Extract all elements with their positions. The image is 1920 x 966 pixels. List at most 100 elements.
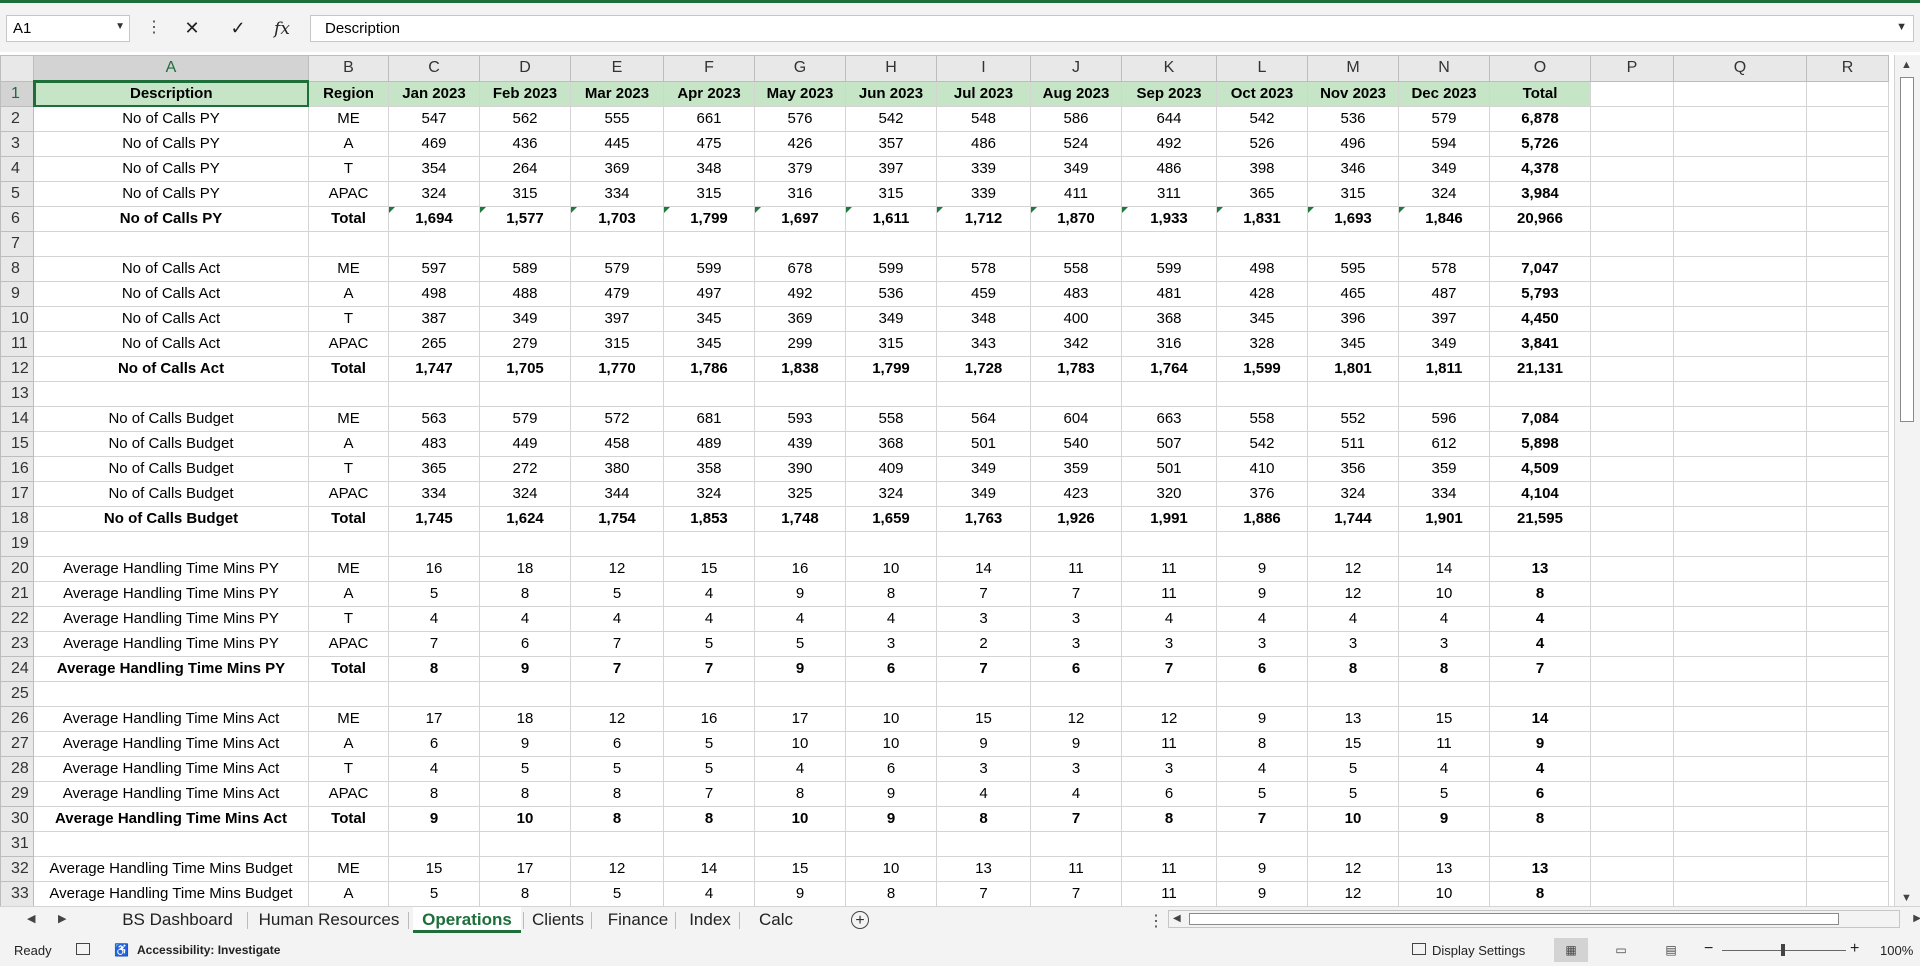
grid-cell[interactable]: 15 [663,556,755,582]
error-indicator-icon[interactable] [846,207,852,213]
grid-cell[interactable]: 498 [388,281,480,307]
grid-cell[interactable]: 9 [1216,881,1308,906]
grid-cell[interactable]: 3 [845,631,937,657]
grid-cell[interactable]: 1,659 [845,506,937,532]
error-indicator-icon[interactable] [389,207,395,213]
grid-cell[interactable]: 264 [479,156,571,182]
grid-cell[interactable]: Total [308,206,389,232]
grid-cell[interactable] [1216,381,1308,407]
grid-cell[interactable] [1673,106,1807,132]
grid-cell[interactable]: 7 [570,631,664,657]
grid-cell[interactable]: 344 [570,481,664,507]
grid-cell[interactable] [1590,431,1674,457]
grid-cell[interactable]: 5 [1398,781,1490,807]
grid-cell[interactable]: 343 [936,331,1031,357]
row-header[interactable]: 23 [0,631,34,657]
grid-cell[interactable]: Sep 2023 [1121,80,1217,107]
vertical-scrollbar[interactable]: ▲ ▼ [1894,55,1920,906]
grid-cell[interactable]: 16 [388,556,480,582]
grid-cell[interactable]: 10 [1307,806,1399,832]
grid-cell[interactable]: ME [308,406,389,432]
grid-cell[interactable]: T [308,606,389,632]
grid-cell[interactable]: 10 [754,731,846,757]
scroll-thumb[interactable] [1189,913,1839,925]
grid-cell[interactable] [388,831,480,857]
grid-cell[interactable] [1673,206,1807,232]
grid-cell[interactable] [1590,631,1674,657]
grid-cell[interactable]: 315 [1307,181,1399,207]
row-header[interactable]: 27 [0,731,34,757]
grid-cell[interactable] [570,531,664,557]
grid-cell[interactable]: 346 [1307,156,1399,182]
grid-cell[interactable] [388,681,480,707]
error-indicator-icon[interactable] [1217,207,1223,213]
grid-cell[interactable] [1121,531,1217,557]
grid-cell[interactable]: 14 [1398,556,1490,582]
grid-cell[interactable]: 6 [388,731,480,757]
grid-cell[interactable]: 563 [388,406,480,432]
grid-cell[interactable]: Apr 2023 [663,80,755,107]
grid-cell[interactable]: 8 [845,881,937,906]
grid-cell[interactable] [1590,156,1674,182]
grid-cell[interactable]: 555 [570,106,664,132]
grid-cell[interactable] [388,231,480,257]
grid-cell[interactable] [1398,531,1490,557]
grid-cell[interactable]: 5 [570,881,664,906]
grid-cell[interactable]: Average Handling Time Mins Act [33,756,309,782]
grid-cell[interactable] [1216,831,1308,857]
error-indicator-icon[interactable] [1399,207,1405,213]
grid-cell[interactable]: 354 [388,156,480,182]
grid-cell[interactable]: 599 [845,256,937,282]
grid-cell[interactable]: 17 [388,706,480,732]
grid-cell[interactable]: 9 [1398,806,1490,832]
grid-cell[interactable] [1489,531,1591,557]
grid-cell[interactable]: 299 [754,331,846,357]
grid-cell[interactable]: 1,624 [479,506,571,532]
grid-cell[interactable]: 1,705 [479,356,571,382]
grid-cell[interactable]: 12 [1307,581,1399,607]
column-header[interactable]: Q [1673,55,1807,82]
grid-cell[interactable]: 11 [1121,881,1217,906]
grid-cell[interactable]: 1,783 [1030,356,1122,382]
grid-cell[interactable] [1673,156,1807,182]
grid-cell[interactable]: No of Calls Budget [33,481,309,507]
grid-cell[interactable]: 6 [1489,781,1591,807]
grid-cell[interactable] [1806,106,1889,132]
grid-cell[interactable] [1806,481,1889,507]
grid-cell[interactable]: 5 [388,581,480,607]
grid-cell[interactable]: 15 [1398,706,1490,732]
grid-cell[interactable]: 445 [570,131,664,157]
grid-cell[interactable] [1806,306,1889,332]
sheet-tab[interactable]: BS Dashboard [110,907,245,933]
grid-cell[interactable]: 8 [570,781,664,807]
column-header[interactable]: G [754,55,846,82]
grid-cell[interactable]: Average Handling Time Mins Act [33,731,309,757]
grid-cell[interactable]: 6,878 [1489,106,1591,132]
formula-input[interactable]: Description ▼ [310,15,1914,42]
grid-cell[interactable]: 12 [1030,706,1122,732]
grid-cell[interactable] [1806,781,1889,807]
grid-cell[interactable]: 16 [663,706,755,732]
row-header[interactable]: 30 [0,806,34,832]
grid-cell[interactable] [1590,406,1674,432]
grid-cell[interactable]: 320 [1121,481,1217,507]
grid-cell[interactable]: No of Calls Act [33,356,309,382]
grid-cell[interactable]: 345 [663,331,755,357]
grid-cell[interactable]: 18 [479,556,571,582]
grid-cell[interactable]: 8 [479,781,571,807]
grid-cell[interactable] [1673,131,1807,157]
grid-cell[interactable]: Region [308,80,389,107]
grid-cell[interactable]: 4,450 [1489,306,1591,332]
row-header[interactable]: 17 [0,481,34,507]
grid-cell[interactable]: 536 [1307,106,1399,132]
grid-cell[interactable]: 8 [936,806,1031,832]
name-box[interactable]: A1 ▼ [6,15,130,42]
row-header[interactable]: 16 [0,456,34,482]
grid-cell[interactable] [479,831,571,857]
grid-cell[interactable] [33,381,309,407]
grid-cell[interactable]: 7 [936,881,1031,906]
grid-cell[interactable]: 10 [845,856,937,882]
grid-cell[interactable] [1673,531,1807,557]
grid-cell[interactable]: No of Calls Act [33,306,309,332]
grid-cell[interactable]: 20,966 [1489,206,1591,232]
